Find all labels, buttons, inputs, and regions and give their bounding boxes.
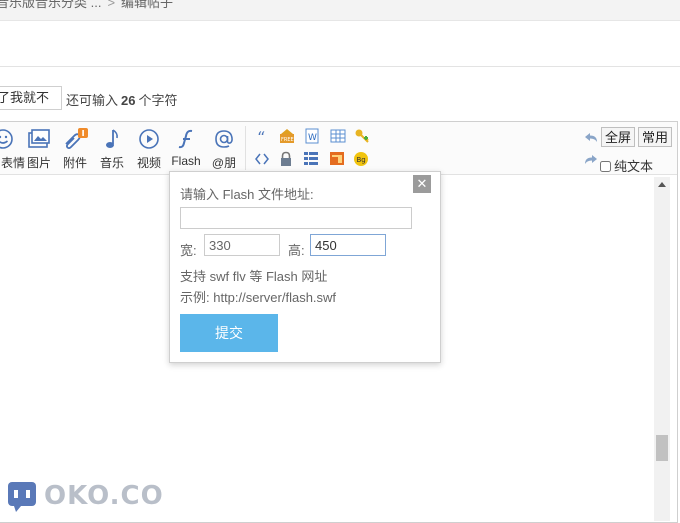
lock-icon[interactable] (278, 151, 294, 167)
word-icon[interactable]: W (304, 128, 320, 144)
toolbar-button-emoticon[interactable]: 表情 (0, 128, 26, 171)
plain-text-label: 纯文本 (614, 159, 654, 174)
remain-suffix: 个字符 (138, 93, 178, 108)
toolbar-label-flash: Flash (171, 154, 201, 168)
list-icon[interactable] (303, 151, 319, 167)
svg-text:W: W (308, 133, 317, 143)
breadcrumb-item-current: 编辑帖子 (121, 0, 174, 10)
close-icon[interactable]: ✕ (413, 175, 431, 193)
undo-icon[interactable] (583, 130, 599, 146)
width-label: 宽: (180, 243, 197, 258)
breadcrumb-separator: > (107, 0, 116, 10)
code-icon[interactable] (254, 151, 270, 167)
plain-text-checkbox[interactable] (600, 161, 611, 172)
at-icon (209, 128, 239, 150)
smiley-icon (0, 128, 17, 150)
remain-prefix: 还可输入 (66, 93, 119, 108)
flash-insert-dialog: ✕ 请输入 Flash 文件地址: 宽: 高: 支持 swf flv 等 Fla… (169, 171, 441, 363)
breadcrumb: 音乐版音乐分类 ... > 编辑帖子 (0, 0, 173, 11)
toolbar-button-image[interactable]: 图片 (25, 128, 53, 171)
free-icon[interactable]: FREE (279, 128, 295, 144)
flash-url-input[interactable] (180, 207, 412, 229)
breadcrumb-item-forum[interactable]: 音乐版音乐分类 ... (0, 0, 101, 10)
width-input[interactable] (204, 234, 280, 256)
editor-scrollbar[interactable] (654, 177, 670, 521)
remain-number: 26 (121, 93, 136, 108)
support-text: 支持 swf flv 等 Flash 网址 (180, 269, 328, 284)
redo-icon[interactable] (583, 152, 599, 168)
image-icon (25, 128, 53, 150)
toolbar-label-emoticon: 表情 (1, 156, 26, 170)
scroll-up-arrow-icon[interactable] (658, 182, 666, 187)
toolbar-button-flash[interactable]: Flash (169, 128, 203, 168)
bg-icon[interactable]: Bg (353, 151, 369, 167)
toolbar-label-video: 视频 (136, 156, 161, 170)
top-bar: 音乐版音乐分类 ... > 编辑帖子 (0, 0, 680, 21)
scroll-thumb[interactable] (656, 435, 668, 461)
key-icon[interactable] (354, 128, 370, 144)
music-icon (98, 128, 126, 150)
window-icon[interactable] (329, 151, 345, 167)
svg-text:Bg: Bg (357, 156, 366, 164)
flash-url-prompt: 请输入 Flash 文件地址: (180, 187, 314, 202)
divider (0, 66, 680, 67)
example-text: 示例: http://server/flash.swf (180, 290, 337, 305)
plain-text-toggle[interactable]: 纯文本 (600, 156, 653, 175)
title-remaining-count: 还可输入 26 个字符 (66, 90, 178, 109)
toolbar-label-at: @朋 (211, 156, 237, 170)
svg-text:FREE: FREE (281, 137, 294, 143)
toolbar-separator (245, 126, 246, 170)
watermark-logo-icon (6, 479, 40, 513)
toolbar-button-attachment[interactable]: 附件 (61, 128, 89, 171)
quote-icon[interactable]: “ (255, 128, 271, 147)
title-input[interactable] (0, 86, 62, 110)
toolbar-label-music: 音乐 (99, 156, 124, 170)
height-label: 高: (288, 243, 305, 258)
fullscreen-button[interactable]: 全屏 (601, 127, 636, 147)
editor-toolbar: 表情 图片 附件 音乐 视频 Flash @朋 “ FREE W Bg 全屏 常… (0, 122, 677, 175)
toolbar-button-at[interactable]: @朋 (209, 128, 239, 171)
submit-button[interactable]: 提交 (180, 314, 278, 352)
table-icon[interactable] (330, 128, 346, 144)
toolbar-button-music[interactable]: 音乐 (98, 128, 126, 171)
flash-icon (169, 128, 203, 150)
toolbar-label-image: 图片 (26, 156, 51, 170)
video-icon (135, 128, 163, 150)
svg-text:“: “ (257, 129, 265, 145)
toolbar-button-video[interactable]: 视频 (135, 128, 163, 171)
attachment-icon (61, 128, 89, 150)
common-button[interactable]: 常用 (638, 127, 673, 147)
height-input[interactable] (310, 234, 386, 256)
toolbar-label-attachment: 附件 (62, 156, 87, 170)
watermark-text: OKO.CO (44, 481, 164, 511)
